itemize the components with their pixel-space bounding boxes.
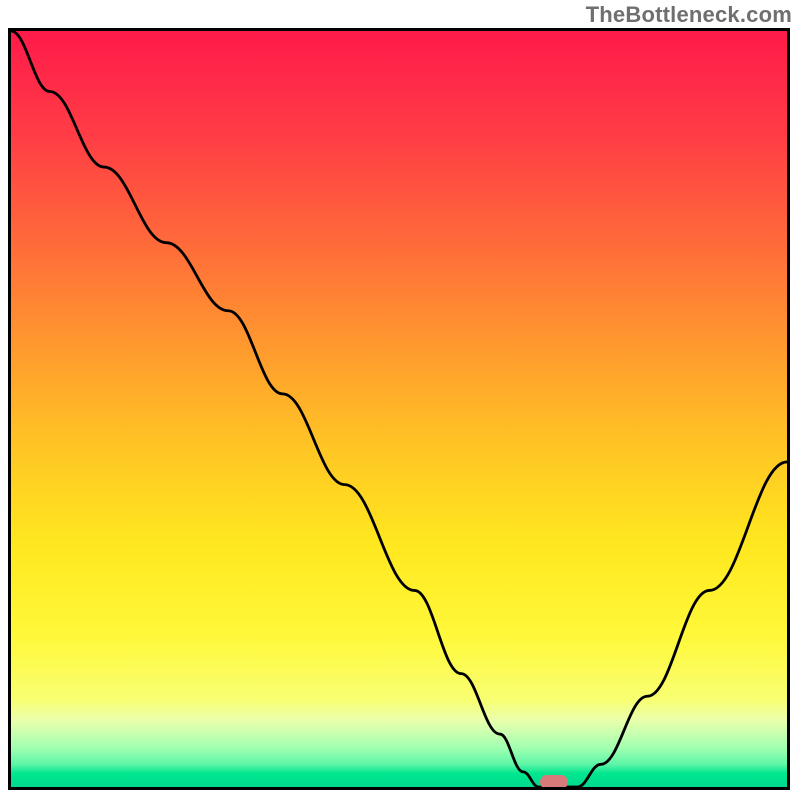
- watermark-text: TheBottleneck.com: [586, 2, 792, 28]
- plot-frame: [8, 28, 790, 790]
- chart-wrapper: TheBottleneck.com: [0, 0, 800, 800]
- optimal-point-marker: [540, 775, 568, 789]
- bottleneck-curve: [11, 31, 787, 787]
